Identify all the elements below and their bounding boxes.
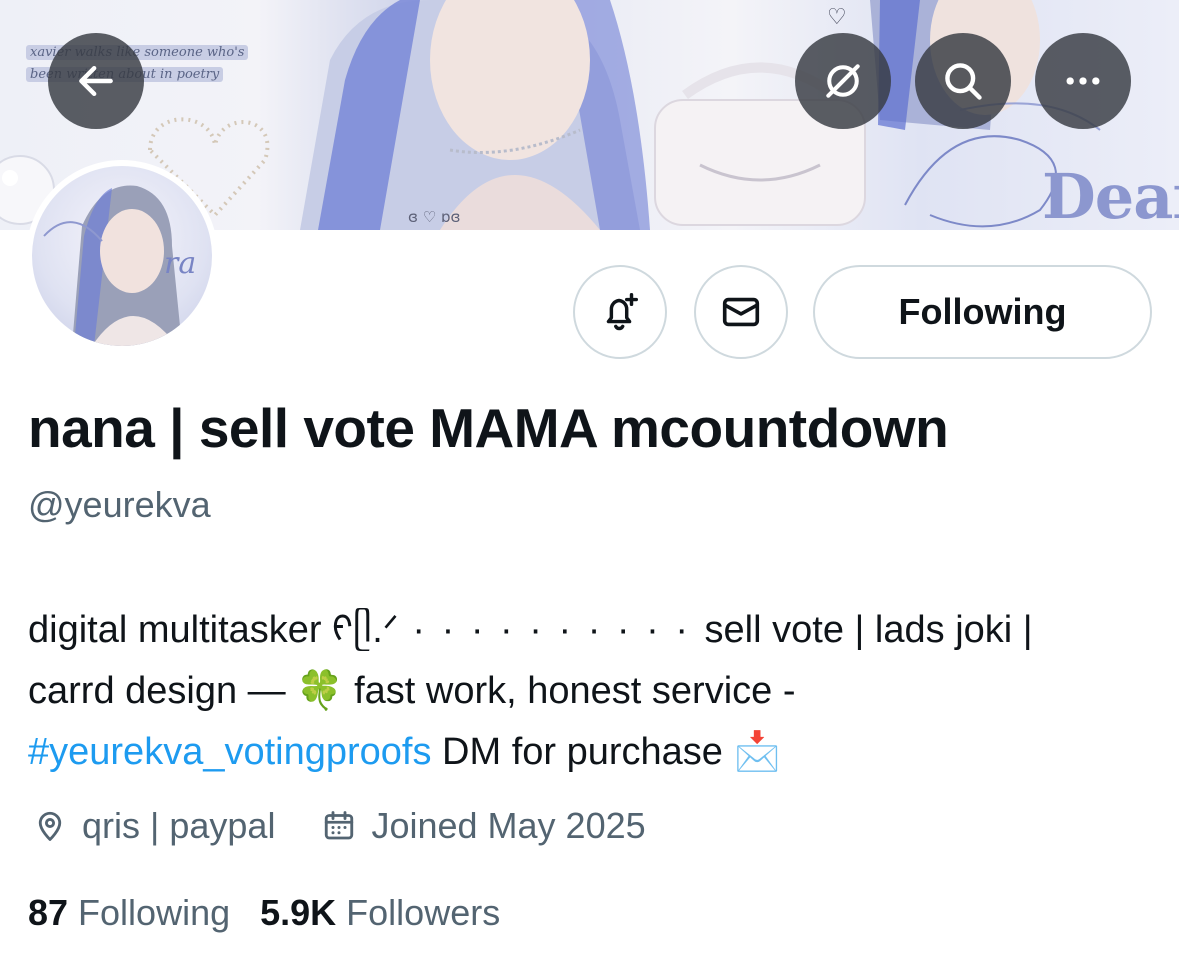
joined-item: Joined May 2025 xyxy=(321,805,646,847)
back-button[interactable] xyxy=(48,33,144,129)
banner-signature: Dean xyxy=(1042,160,1179,230)
banner-heart-decoration: ♡ xyxy=(827,4,847,29)
calendar-icon xyxy=(325,811,354,840)
following-button[interactable]: Following xyxy=(813,265,1152,359)
profile-stats: 87 Following 5.9K Followers xyxy=(28,892,500,934)
followers-label: Followers xyxy=(346,892,501,933)
bio-text-start: digital multitasker ᠻ xyxy=(28,609,354,651)
location-text: qris | paypal xyxy=(82,805,276,846)
bio-line-3: #yeurekva_votingproofs DM for purchase 📩 xyxy=(28,722,1158,783)
bio-line-2: carrd design — 🍀 fast work, honest servi… xyxy=(28,670,796,712)
grok-icon xyxy=(826,64,860,98)
arrow-left-icon xyxy=(79,65,113,97)
avatar-overlay-text: ra xyxy=(164,246,197,281)
notifications-button[interactable] xyxy=(573,265,667,359)
bio-services: sell vote | lads joki | xyxy=(704,609,1033,651)
banner-center-text: ɞ ♡ ɒɞ xyxy=(408,208,461,226)
profile-meta: qris | paypal Joined May 2025 xyxy=(32,805,646,847)
bio-dm-text: DM for purchase 📩 xyxy=(431,731,781,773)
grok-button[interactable] xyxy=(795,33,891,129)
location-pin-icon xyxy=(38,811,62,841)
followers-count-link[interactable]: 5.9K Followers xyxy=(260,892,500,934)
more-horizontal-icon xyxy=(1066,77,1100,85)
search-icon xyxy=(945,63,982,100)
location-item: qris | paypal xyxy=(32,805,275,847)
bio-dots: · · · · · · · · · · xyxy=(398,609,705,651)
following-label: Following xyxy=(78,892,231,933)
following-count: 87 xyxy=(28,892,69,933)
bell-plus-icon xyxy=(606,293,639,331)
joined-date-text: Joined May 2025 xyxy=(371,805,646,846)
more-options-button[interactable] xyxy=(1035,33,1131,129)
following-count-link[interactable]: 87 Following xyxy=(28,892,230,934)
bio-kaomoji: ᥫ.ᐟ xyxy=(353,609,399,651)
username-handle: @yeurekva xyxy=(28,484,211,525)
display-name: nana | sell vote MAMA mcountdown xyxy=(28,397,949,459)
search-button[interactable] xyxy=(915,33,1011,129)
profile-avatar[interactable]: ra xyxy=(26,160,218,352)
envelope-icon xyxy=(722,297,760,327)
bio-hashtag-link[interactable]: #yeurekva_votingproofs xyxy=(28,731,431,773)
bio-line-1: digital multitasker ᠻᥫ.ᐟ · · · · · · · ·… xyxy=(28,600,1158,661)
profile-bio: digital multitasker ᠻᥫ.ᐟ · · · · · · · ·… xyxy=(28,600,1158,783)
followers-count: 5.9K xyxy=(260,892,337,933)
message-button[interactable] xyxy=(694,265,788,359)
avatar-image: ra xyxy=(32,166,212,346)
